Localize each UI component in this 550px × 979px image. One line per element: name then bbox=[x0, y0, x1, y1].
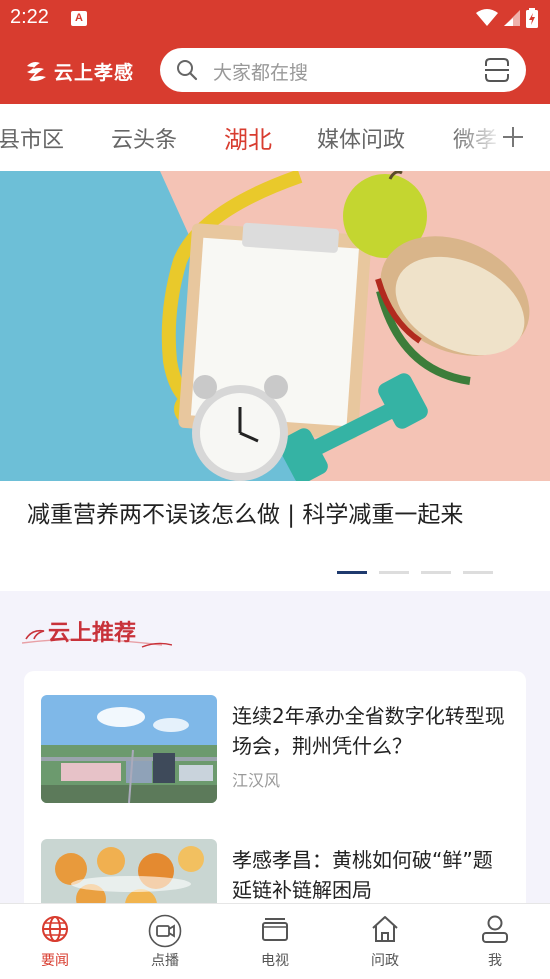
tab-headlines[interactable]: 云头条 bbox=[111, 122, 177, 154]
news-title[interactable]: 孝感孝昌：黄桃如何破“鲜”题 延链补链解困局 bbox=[232, 845, 512, 905]
nav-label: 点播 bbox=[151, 953, 179, 969]
scan-icon[interactable] bbox=[484, 57, 510, 83]
tab-media-politics[interactable]: 媒体问政 bbox=[317, 122, 405, 154]
banner-image[interactable] bbox=[0, 171, 550, 481]
app-header: 2:22 A 云上孝感 大家都在搜 bbox=[0, 0, 550, 104]
search-placeholder[interactable]: 大家都在搜 bbox=[213, 58, 308, 85]
channel-tabs: 县市区 云头条 湖北 媒体问政 微孝 bbox=[0, 104, 550, 171]
carousel-indicator bbox=[337, 571, 493, 574]
banner-title[interactable]: 减重营养两不误该怎么做 | 科学减重一起来 bbox=[27, 495, 463, 529]
battery-icon bbox=[526, 8, 538, 28]
nav-label: 要闻 bbox=[41, 953, 69, 969]
nav-vod[interactable]: 点播 bbox=[120, 914, 210, 978]
news-title[interactable]: 连续2年承办全省数字化转型现场会，荆州凭什么？ bbox=[232, 701, 512, 761]
recommend-title: 云上推荐 bbox=[48, 620, 137, 646]
nav-politics[interactable]: 问政 bbox=[340, 914, 430, 978]
recommend-heading: 云上推荐 bbox=[21, 611, 173, 651]
nav-label: 问政 bbox=[371, 953, 399, 969]
carousel-dot-1 bbox=[337, 571, 367, 574]
home-icon bbox=[372, 916, 398, 942]
notification-icon: A bbox=[71, 11, 87, 26]
nav-me[interactable]: 我 bbox=[450, 914, 540, 978]
recommend-section: 云上推荐 连续2年承办全省数字化转型现场会，荆州凭什么？ 江汉风 孝感孝昌：黄桃… bbox=[0, 591, 550, 921]
signal-icon bbox=[504, 10, 520, 26]
nav-label: 电视 bbox=[261, 953, 289, 969]
app-name: 云上孝感 bbox=[54, 61, 135, 84]
nav-tv[interactable]: 电视 bbox=[230, 914, 320, 978]
status-bar: 2:22 A bbox=[0, 0, 550, 36]
nav-news[interactable]: 要闻 bbox=[10, 914, 100, 978]
app-logo[interactable]: 云上孝感 bbox=[24, 56, 134, 86]
status-icons bbox=[476, 8, 538, 28]
add-channel-icon[interactable] bbox=[502, 126, 524, 148]
news-item[interactable]: 连续2年承办全省数字化转型现场会，荆州凭什么？ 江汉风 bbox=[41, 695, 511, 803]
tab-hubei[interactable]: 湖北 bbox=[224, 120, 272, 155]
tab-county[interactable]: 县市区 bbox=[0, 122, 64, 154]
tab-fade bbox=[450, 104, 550, 171]
recommend-list: 连续2年承办全省数字化转型现场会，荆州凭什么？ 江汉风 孝感孝昌：黄桃如何破“鲜… bbox=[24, 671, 526, 921]
globe-icon bbox=[42, 916, 68, 942]
bottom-navigation: 要闻 点播 电视 问政 我 bbox=[0, 903, 550, 979]
carousel-dot-2 bbox=[379, 571, 409, 574]
news-source: 江汉风 bbox=[232, 771, 281, 790]
carousel-dot-3 bbox=[421, 571, 451, 574]
status-time: 2:22 bbox=[10, 6, 49, 28]
banner-caption-card[interactable]: 减重营养两不误该怎么做 | 科学减重一起来 bbox=[0, 481, 550, 591]
video-icon bbox=[148, 914, 182, 948]
search-bar[interactable]: 大家都在搜 bbox=[160, 48, 526, 92]
nav-label: 我 bbox=[488, 953, 502, 969]
search-icon bbox=[177, 60, 198, 81]
user-icon bbox=[482, 915, 508, 943]
logo-mark-icon bbox=[27, 62, 46, 81]
wifi-icon bbox=[476, 9, 498, 26]
news-thumbnail bbox=[41, 695, 217, 803]
carousel-dot-4 bbox=[463, 571, 493, 574]
tv-icon bbox=[262, 918, 288, 941]
